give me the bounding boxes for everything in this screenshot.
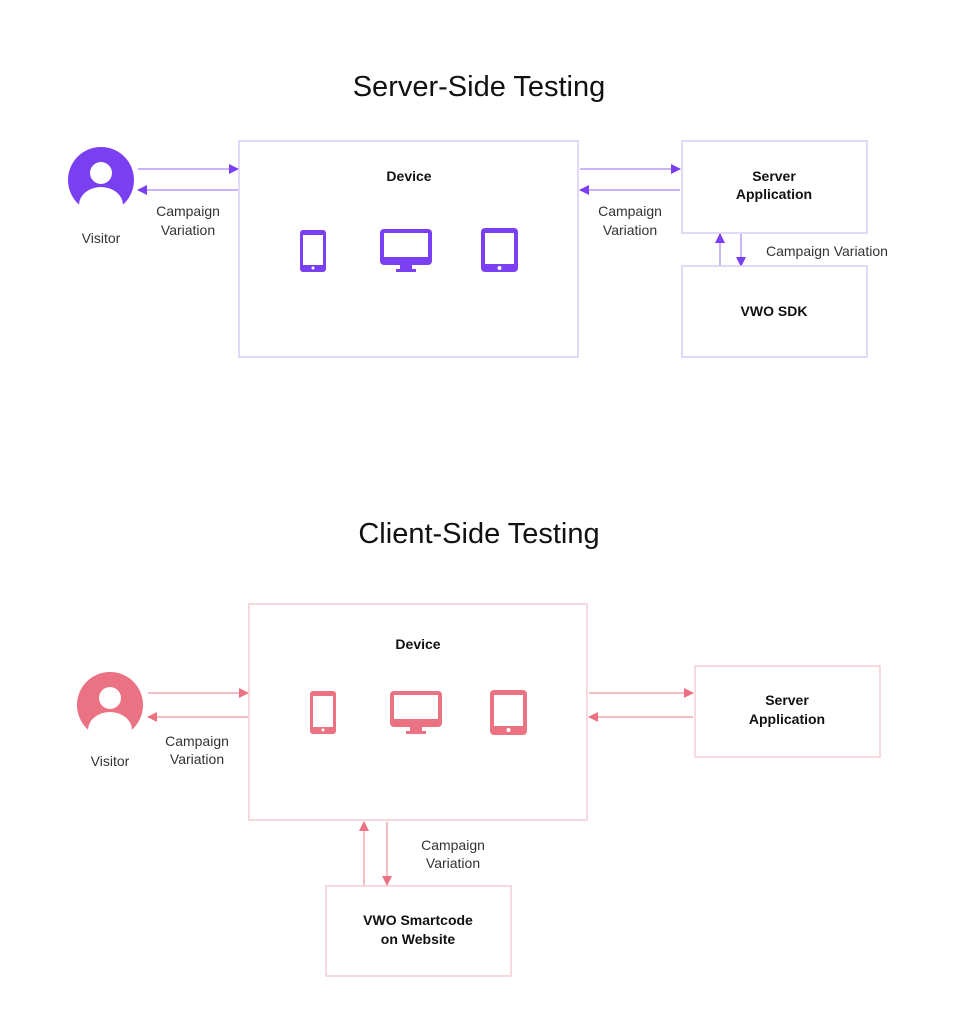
server-label-1: Server bbox=[765, 692, 809, 708]
smartcode-arrow-label-1: Campaign bbox=[421, 837, 485, 853]
server-label-1: Server bbox=[752, 168, 796, 184]
vwo-sdk-label: VWO SDK bbox=[741, 303, 808, 319]
device-label: Device bbox=[395, 636, 440, 652]
server-side-section: Server-Side Testing Visitor Campaign Var… bbox=[68, 71, 888, 358]
smartphone-icon bbox=[300, 230, 326, 272]
sdk-arrow-label: Campaign Variation bbox=[766, 243, 888, 259]
client-side-section: Client-Side Testing Visitor Campaign Var… bbox=[77, 518, 881, 977]
diagram-canvas: Server-Side Testing Visitor Campaign Var… bbox=[68, 71, 888, 977]
device-label: Device bbox=[386, 168, 431, 184]
smartphone-icon bbox=[310, 691, 336, 734]
smartcode-label-1: VWO Smartcode bbox=[363, 912, 473, 928]
visitor-arrow-label-2: Variation bbox=[161, 222, 215, 238]
visitor-avatar-icon bbox=[68, 147, 134, 214]
tablet-icon bbox=[490, 690, 527, 735]
server-side-title: Server-Side Testing bbox=[353, 71, 606, 103]
server-label-2: Application bbox=[736, 186, 812, 202]
server-label-2: Application bbox=[749, 711, 825, 727]
device-server-arrow-label-2: Variation bbox=[603, 222, 657, 238]
visitor-arrow-label-1: Campaign bbox=[165, 733, 229, 749]
smartcode-arrow-label-2: Variation bbox=[426, 855, 480, 871]
client-side-title: Client-Side Testing bbox=[358, 518, 599, 550]
visitor-label: Visitor bbox=[82, 230, 121, 246]
visitor-arrow-label-1: Campaign bbox=[156, 203, 220, 219]
visitor-avatar-icon bbox=[77, 672, 143, 739]
tablet-icon bbox=[481, 228, 518, 272]
smartcode-label-2: on Website bbox=[381, 931, 456, 947]
visitor-arrow-label-2: Variation bbox=[170, 751, 224, 767]
visitor-label: Visitor bbox=[91, 753, 130, 769]
device-server-arrow-label-1: Campaign bbox=[598, 203, 662, 219]
